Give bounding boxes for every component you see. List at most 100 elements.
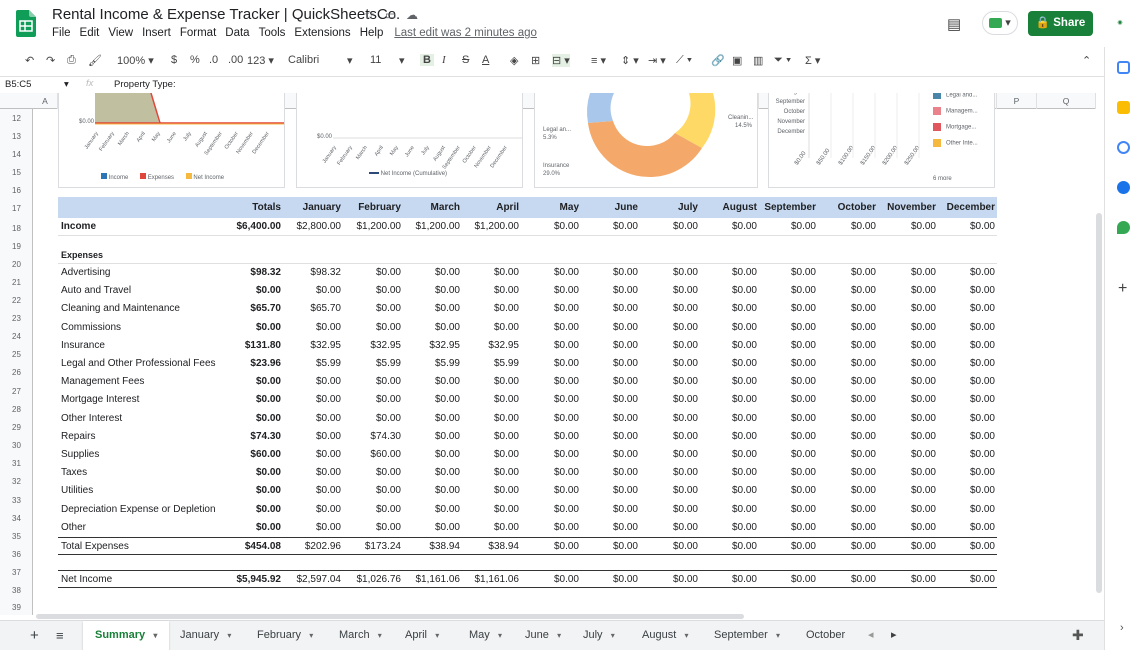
expense-cell[interactable]: $0.00 [521, 373, 579, 391]
expense-cell[interactable]: $32.95 [403, 337, 460, 355]
scroll-tabs-left-icon[interactable]: ◂ [868, 621, 874, 650]
expense-cell[interactable]: $0.00 [462, 519, 519, 537]
expense-cell[interactable]: $0.00 [462, 446, 519, 464]
expense-cell[interactable]: $0.00 [759, 373, 816, 391]
tab-menu-chevron-icon[interactable]: ▾ [609, 631, 615, 640]
expense-cell[interactable]: $0.00 [283, 464, 341, 482]
expense-cell[interactable]: $0.00 [581, 264, 638, 282]
expense-cell[interactable]: $0.00 [878, 300, 936, 318]
expense-cell[interactable]: $0.00 [581, 391, 638, 409]
row-header-37[interactable]: 37 [0, 568, 33, 577]
expense-cell[interactable]: $0.00 [283, 501, 341, 519]
expense-label[interactable]: Commissions [61, 319, 121, 337]
sheet-tab-february[interactable]: February ▾ [245, 621, 325, 650]
expense-cell[interactable]: $0.00 [640, 519, 698, 537]
row-header-25[interactable]: 25 [0, 350, 33, 359]
expense-cell[interactable]: $0.00 [938, 482, 995, 500]
expense-cell[interactable]: $0.00 [462, 501, 519, 519]
sheet-tab-september[interactable]: September ▾ [702, 621, 792, 650]
expense-cell[interactable]: $0.00 [818, 391, 876, 409]
expense-cell[interactable]: $0.00 [700, 337, 757, 355]
expense-total[interactable]: $0.00 [233, 391, 281, 409]
expense-cell[interactable]: $0.00 [759, 319, 816, 337]
increase-decimal-button[interactable]: .00 [228, 54, 243, 66]
row-header-30[interactable]: 30 [0, 441, 33, 450]
expense-cell[interactable]: $0.00 [938, 410, 995, 428]
tasks-icon[interactable] [1117, 141, 1130, 154]
expense-cell[interactable]: $0.00 [759, 355, 816, 373]
expense-label[interactable]: Insurance [61, 337, 105, 355]
menu-file[interactable]: File [52, 27, 71, 39]
expense-cell[interactable]: $0.00 [462, 428, 519, 446]
row-header-13[interactable]: 13 [0, 132, 33, 141]
expense-cell[interactable]: $0.00 [343, 373, 401, 391]
expense-cell[interactable]: $0.00 [581, 464, 638, 482]
expense-cell[interactable]: $0.00 [343, 300, 401, 318]
explore-icon[interactable]: ✚ [1072, 621, 1084, 650]
expense-cell[interactable]: $0.00 [818, 264, 876, 282]
expense-cell[interactable]: $0.00 [462, 391, 519, 409]
row-header-36[interactable]: 36 [0, 550, 33, 559]
expense-cell[interactable]: $0.00 [640, 282, 698, 300]
net-income-row-cell[interactable]: $0.00 [581, 571, 638, 587]
expense-cell[interactable]: $0.00 [640, 264, 698, 282]
expense-total[interactable]: $131.80 [233, 337, 281, 355]
income-cell[interactable]: $0.00 [521, 218, 579, 235]
expense-cell[interactable]: $0.00 [343, 482, 401, 500]
expense-cell[interactable]: $0.00 [581, 319, 638, 337]
expense-cell[interactable]: $0.00 [818, 373, 876, 391]
expense-cell[interactable]: $0.00 [343, 464, 401, 482]
expense-cell[interactable]: $74.30 [343, 428, 401, 446]
paint-format-icon[interactable]: 🖌 [88, 54, 102, 67]
expense-cell[interactable]: $0.00 [938, 264, 995, 282]
expense-label[interactable]: Mortgage Interest [61, 391, 139, 409]
expense-cell[interactable]: $0.00 [403, 410, 460, 428]
expense-cell[interactable]: $0.00 [581, 482, 638, 500]
comments-icon[interactable]: ▤ [947, 15, 961, 33]
expense-cell[interactable]: $98.32 [283, 264, 341, 282]
expense-cell[interactable]: $5.99 [403, 355, 460, 373]
total-expenses-row-cell[interactable]: $0.00 [818, 538, 876, 554]
expense-cell[interactable]: $0.00 [343, 519, 401, 537]
expense-total[interactable]: $60.00 [233, 446, 281, 464]
expense-cell[interactable]: $0.00 [403, 300, 460, 318]
chart-expense-breakdown[interactable]: Legal an... 5.3% Insurance 29.0% Cleanin… [534, 93, 758, 188]
row-header-23[interactable]: 23 [0, 314, 33, 323]
income-total[interactable]: $6,400.00 [233, 218, 282, 235]
expense-total[interactable]: $0.00 [233, 410, 281, 428]
row-header-18[interactable]: 18 [0, 224, 33, 233]
row-header-29[interactable]: 29 [0, 423, 33, 432]
net-income-row-cell[interactable]: $0.00 [878, 571, 936, 587]
net-income-row-cell[interactable]: $0.00 [521, 571, 579, 587]
expense-total[interactable]: $65.70 [233, 300, 281, 318]
expense-cell[interactable]: $0.00 [403, 519, 460, 537]
print-icon[interactable]: ⎙ [67, 54, 76, 67]
expense-cell[interactable]: $65.70 [283, 300, 341, 318]
expense-cell[interactable]: $0.00 [700, 410, 757, 428]
text-rotation-icon[interactable]: ⟋ ▾ [676, 54, 692, 67]
expense-cell[interactable]: $0.00 [818, 337, 876, 355]
expense-cell[interactable]: $0.00 [521, 410, 579, 428]
expense-cell[interactable]: $0.00 [521, 319, 579, 337]
column-header-q[interactable]: Q [1037, 93, 1096, 109]
menu-tools[interactable]: Tools [259, 27, 286, 39]
column-title[interactable]: April [462, 197, 519, 218]
row-header-16[interactable]: 16 [0, 186, 33, 195]
net-income-row-cell[interactable]: $1,161.06 [403, 571, 461, 587]
expense-cell[interactable]: $0.00 [700, 319, 757, 337]
expense-cell[interactable]: $0.00 [700, 464, 757, 482]
expense-cell[interactable]: $0.00 [759, 464, 816, 482]
column-title[interactable]: September [759, 197, 816, 218]
expense-cell[interactable]: $0.00 [403, 319, 460, 337]
expense-cell[interactable]: $0.00 [759, 300, 816, 318]
income-cell[interactable]: $0.00 [759, 218, 816, 235]
expense-cell[interactable]: $0.00 [343, 264, 401, 282]
tab-menu-chevron-icon[interactable]: ▾ [433, 631, 439, 640]
expense-total[interactable]: $0.00 [233, 373, 281, 391]
expense-cell[interactable]: $0.00 [640, 355, 698, 373]
total-expenses-row-cell[interactable]: $202.96 [283, 538, 341, 554]
name-box[interactable]: B5:C5 ▾ [5, 79, 69, 90]
expense-cell[interactable]: $0.00 [818, 501, 876, 519]
add-sheet-icon[interactable]: + [30, 621, 39, 650]
expense-cell[interactable]: $0.00 [818, 464, 876, 482]
